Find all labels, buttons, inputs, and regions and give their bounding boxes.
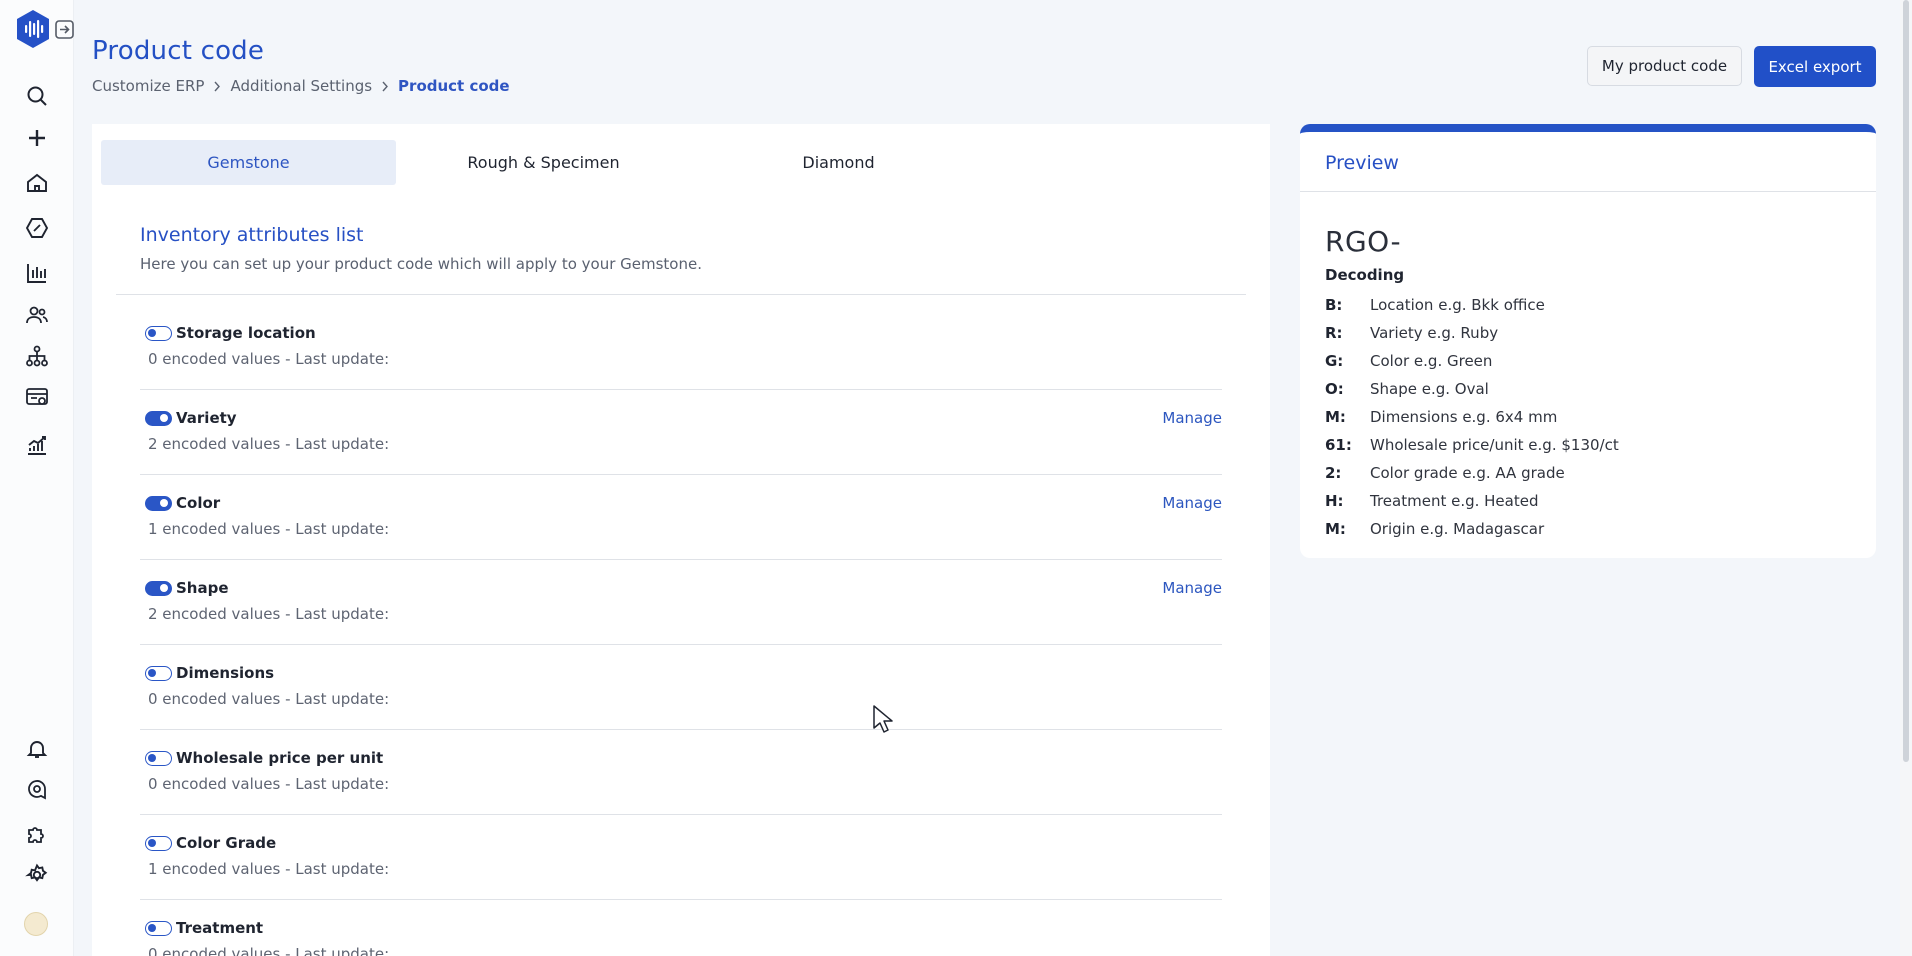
attribute-name: Color Grade <box>176 834 277 852</box>
decoding-value: Dimensions e.g. 6x4 mm <box>1370 408 1558 426</box>
breadcrumb-product-code: Product code <box>398 77 510 95</box>
attribute-row-storage-location: Storage location 0 encoded values - Last… <box>140 304 1222 390</box>
puzzle-icon[interactable] <box>24 821 50 847</box>
attribute-row-wholesale-price: Wholesale price per unit 0 encoded value… <box>140 729 1222 815</box>
color-manage-link[interactable]: Manage <box>1162 494 1222 512</box>
invoice-icon[interactable] <box>24 384 50 410</box>
decoding-key: H: <box>1325 492 1344 510</box>
attribute-name: Shape <box>176 579 229 597</box>
tab-gemstone[interactable]: Gemstone <box>101 140 396 185</box>
tab-rough-specimen[interactable]: Rough & Specimen <box>396 140 691 185</box>
breadcrumb: Customize ERP Additional Settings Produc… <box>92 77 510 95</box>
search-icon[interactable] <box>24 83 50 109</box>
attribute-meta: 1 encoded values - Last update: <box>148 860 390 878</box>
bar-chart-icon[interactable] <box>24 260 50 286</box>
attribute-name: Wholesale price per unit <box>176 749 384 767</box>
attribute-meta: 2 encoded values - Last update: <box>148 435 390 453</box>
storage-location-toggle[interactable] <box>145 326 172 341</box>
attribute-row-dimensions: Dimensions 0 encoded values - Last updat… <box>140 644 1222 730</box>
decoding-label: Decoding <box>1325 266 1405 284</box>
product-code-settings-card: Gemstone Rough & Specimen Diamond Invent… <box>92 124 1270 956</box>
decoding-key: G: <box>1325 352 1344 370</box>
bell-icon[interactable] <box>24 736 50 762</box>
attribute-meta: 2 encoded values - Last update: <box>148 605 390 623</box>
collapse-sidebar-icon[interactable] <box>54 19 75 40</box>
attribute-name: Treatment <box>176 919 264 937</box>
color-grade-toggle[interactable] <box>145 836 172 851</box>
attribute-row-color: Color 1 encoded values - Last update: Ma… <box>140 474 1222 560</box>
breadcrumb-customize-erp[interactable]: Customize ERP <box>92 77 204 95</box>
decoding-value: Variety e.g. Ruby <box>1370 324 1499 342</box>
attribute-name: Color <box>176 494 221 512</box>
page-title: Product code <box>92 36 265 66</box>
decoding-value: Origin e.g. Madagascar <box>1370 520 1545 538</box>
scrollbar-thumb[interactable] <box>1903 0 1909 762</box>
decoding-key: B: <box>1325 296 1343 314</box>
attribute-row-color-grade: Color Grade 1 encoded values - Last upda… <box>140 814 1222 900</box>
sidebar <box>0 0 74 956</box>
attribute-meta: 1 encoded values - Last update: <box>148 520 390 538</box>
dimensions-toggle[interactable] <box>145 666 172 681</box>
decoding-key: 2: <box>1325 464 1342 482</box>
preview-title: Preview <box>1325 152 1399 174</box>
users-icon[interactable] <box>24 302 50 328</box>
attribute-row-shape: Shape 2 encoded values - Last update: Ma… <box>140 559 1222 645</box>
wholesale-price-toggle[interactable] <box>145 751 172 766</box>
attribute-name: Variety <box>176 409 237 427</box>
excel-export-button[interactable]: Excel export <box>1754 46 1876 87</box>
decoding-value: Color grade e.g. AA grade <box>1370 464 1565 482</box>
gear-icon[interactable] <box>24 862 50 888</box>
decoding-value: Treatment e.g. Heated <box>1370 492 1539 510</box>
product-code-preview: RGO- <box>1325 225 1402 258</box>
attribute-name: Dimensions <box>176 664 275 682</box>
chat-search-icon[interactable] <box>24 777 50 803</box>
category-tabs: Gemstone Rough & Specimen Diamond <box>101 140 986 185</box>
breadcrumb-additional-settings[interactable]: Additional Settings <box>230 77 372 95</box>
decoding-key: O: <box>1325 380 1344 398</box>
decoding-key: M: <box>1325 520 1346 538</box>
treatment-toggle[interactable] <box>145 921 172 936</box>
my-product-code-button[interactable]: My product code <box>1587 46 1742 86</box>
attribute-meta: 0 encoded values - Last update: <box>148 690 390 708</box>
decoding-key: R: <box>1325 324 1343 342</box>
attribute-name: Storage location <box>176 324 316 342</box>
tab-diamond[interactable]: Diamond <box>691 140 986 185</box>
attribute-row-variety: Variety 2 encoded values - Last update: … <box>140 389 1222 475</box>
app-logo-icon[interactable] <box>15 9 51 49</box>
home-icon[interactable] <box>24 170 50 196</box>
decoding-value: Location e.g. Bkk office <box>1370 296 1545 314</box>
inventory-attributes-title: Inventory attributes list <box>140 224 364 246</box>
variety-manage-link[interactable]: Manage <box>1162 409 1222 427</box>
preview-card: Preview RGO- Decoding B: Location e.g. B… <box>1300 124 1876 558</box>
attribute-meta: 0 encoded values - Last update: <box>148 775 390 793</box>
attribute-meta: 0 encoded values - Last update: <box>148 945 390 956</box>
variety-toggle[interactable] <box>145 411 172 426</box>
attribute-row-treatment: Treatment 0 encoded values - Last update… <box>140 899 1222 956</box>
page-scrollbar[interactable] <box>1900 0 1912 956</box>
shape-manage-link[interactable]: Manage <box>1162 579 1222 597</box>
attribute-meta: 0 encoded values - Last update: <box>148 350 390 368</box>
shape-toggle[interactable] <box>145 581 172 596</box>
decoding-value: Wholesale price/unit e.g. $130/ct <box>1370 436 1619 454</box>
decoding-key: 61: <box>1325 436 1352 454</box>
color-toggle[interactable] <box>145 496 172 511</box>
hierarchy-icon[interactable] <box>24 343 50 369</box>
decoding-value: Color e.g. Green <box>1370 352 1493 370</box>
chevron-right-icon <box>382 81 388 91</box>
decoding-value: Shape e.g. Oval <box>1370 380 1489 398</box>
section-divider <box>116 294 1246 295</box>
preview-divider <box>1300 191 1876 192</box>
mouse-cursor-icon <box>873 705 893 733</box>
plus-icon[interactable] <box>24 125 50 151</box>
avatar[interactable] <box>24 912 48 936</box>
decoding-key: M: <box>1325 408 1346 426</box>
chevron-right-icon <box>214 81 221 91</box>
trend-chart-icon[interactable] <box>24 432 50 458</box>
tag-icon[interactable] <box>24 215 50 241</box>
inventory-attributes-description: Here you can set up your product code wh… <box>140 255 702 273</box>
